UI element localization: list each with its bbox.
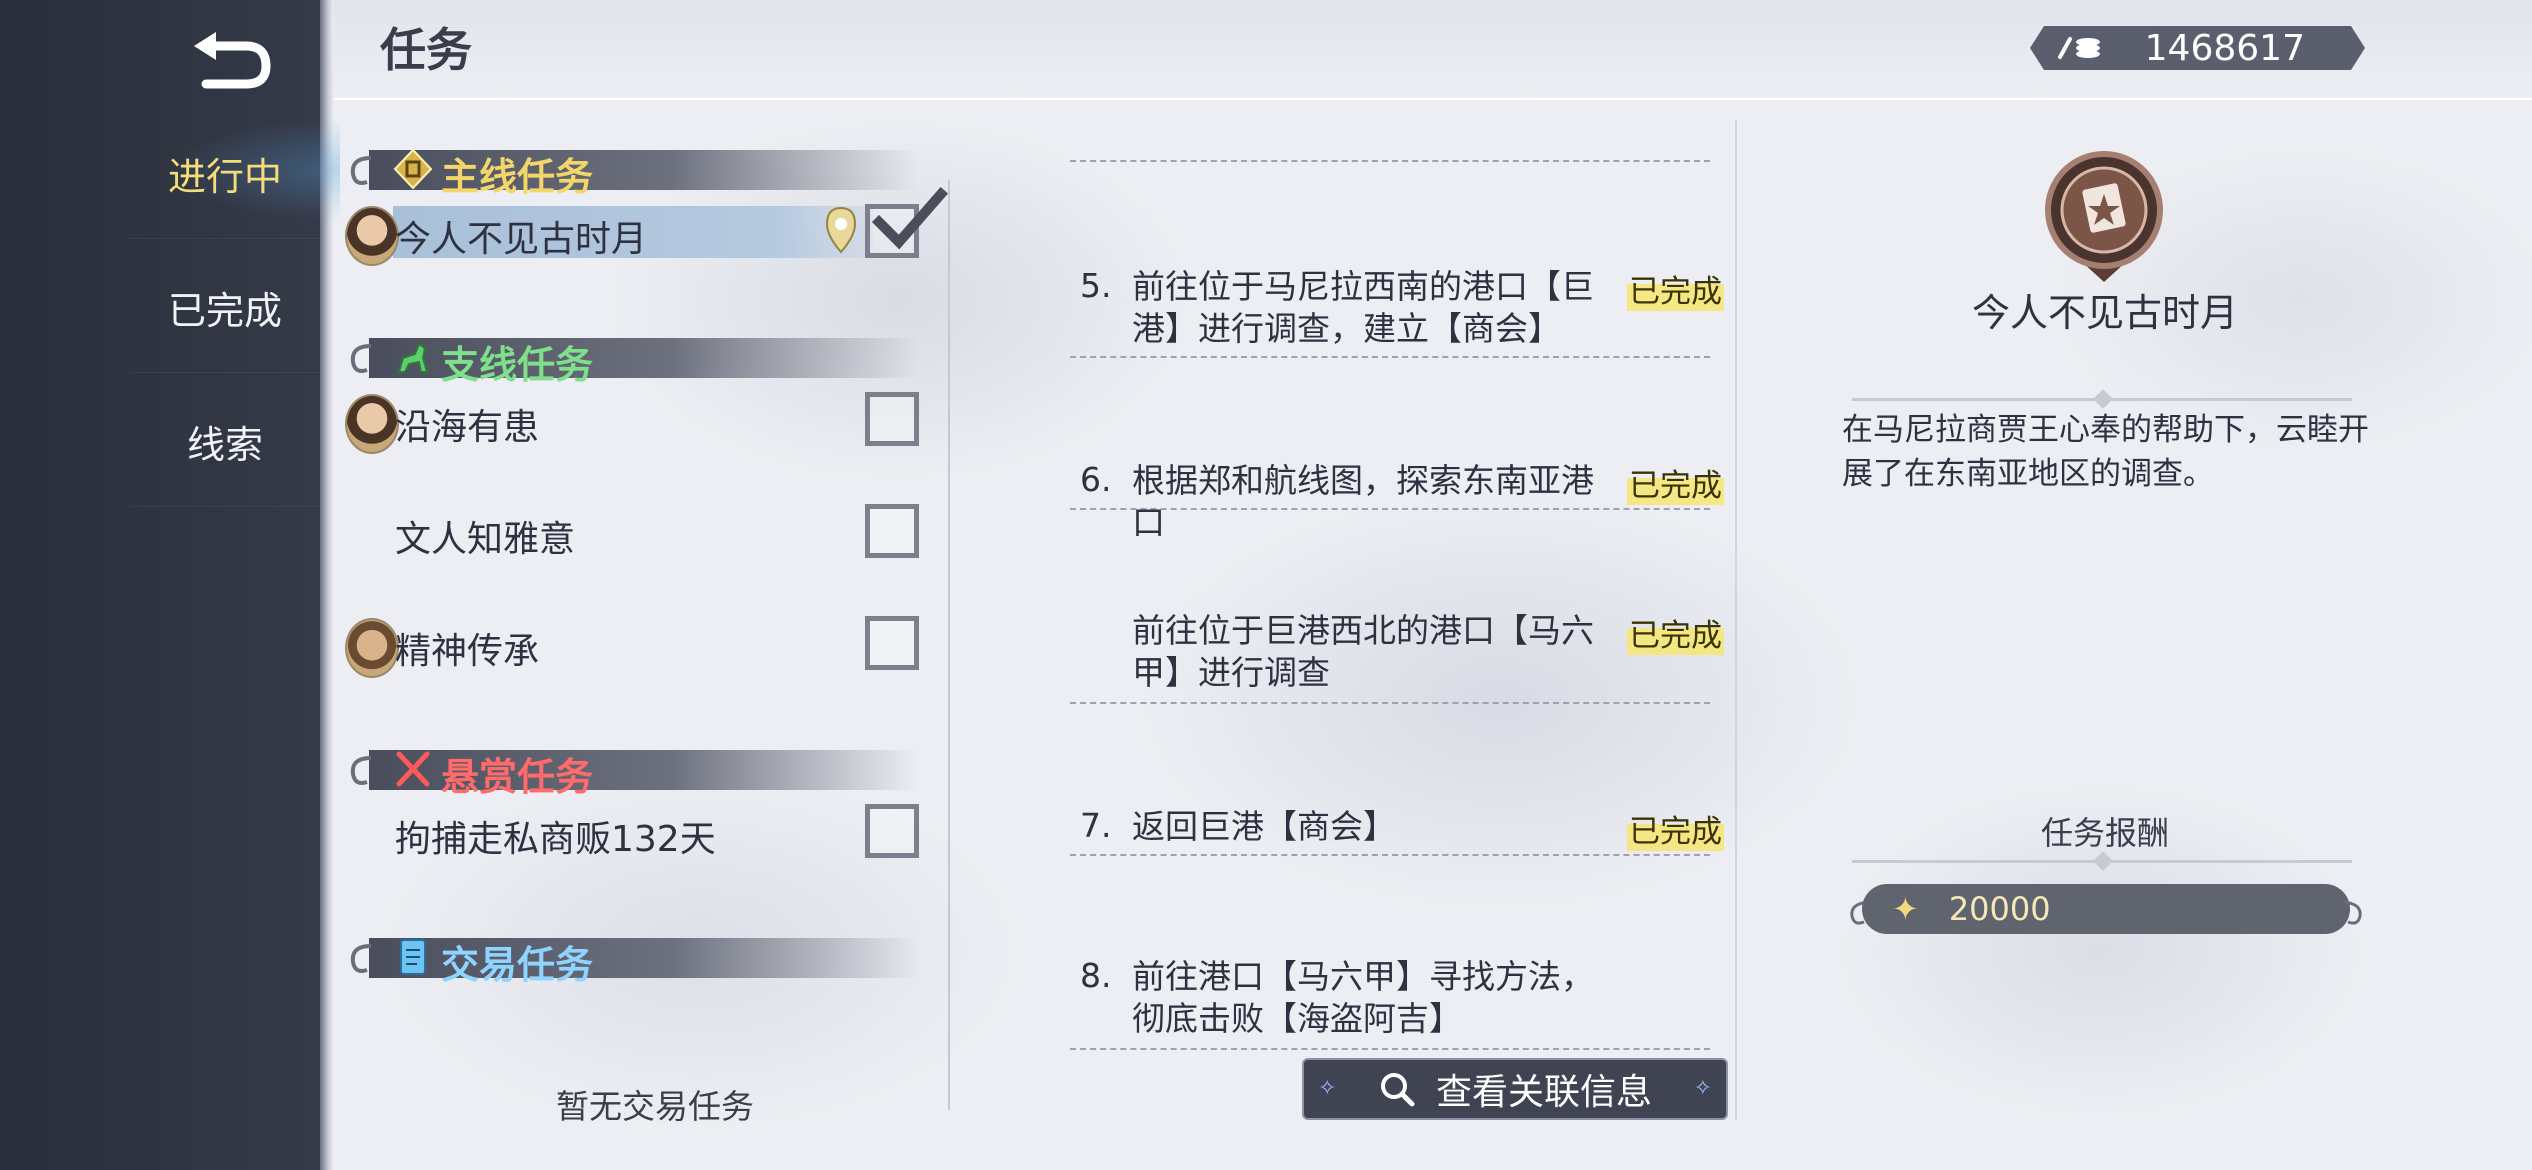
- location-pin-icon: [825, 206, 857, 254]
- step-number: 7.: [1080, 806, 1112, 845]
- step-item: 5. 前往位于马尼拉西南的港口【巨港】进行调查，建立【商会】 已完成: [1070, 266, 1724, 358]
- exp-star-icon: ✦: [1892, 890, 1919, 928]
- avatar: [345, 618, 399, 678]
- trade-scroll-icon: [400, 939, 426, 975]
- step-number: 5.: [1080, 266, 1112, 305]
- quest-row-side-1[interactable]: 沿海有患: [345, 388, 935, 458]
- main-quest-icon: [393, 148, 433, 190]
- page-title: 任务: [380, 23, 472, 77]
- detail-quest-description: 在马尼拉商贾王心奉的帮助下，云睦开展了在东南亚地区的调查。: [1842, 412, 2369, 492]
- category-label: 交易任务: [441, 943, 594, 987]
- coin-stack-icon: [2056, 33, 2106, 63]
- back-arrow-icon: [194, 32, 271, 89]
- quest-row-side-3[interactable]: 精神传承: [345, 612, 935, 682]
- step-status: 已完成: [1627, 460, 1724, 505]
- quest-row-side-2[interactable]: 文人知雅意: [345, 500, 935, 570]
- ornament-diamond: [2093, 389, 2113, 409]
- category-label: 悬赏任务: [441, 755, 594, 799]
- sparkle-icon: ✧: [1318, 1076, 1337, 1101]
- quest-name: 文人知雅意: [395, 519, 576, 560]
- currency-value: 1468617: [2144, 27, 2305, 69]
- quest-steps-list[interactable]: 5. 前往位于马尼拉西南的港口【巨港】进行调查，建立【商会】 已完成 6. 根据…: [1070, 120, 1730, 1050]
- step-item: 8. 前往港口【马六甲】寻找方法，彻底击败【海盗阿吉】: [1070, 956, 1710, 1050]
- step-item-partial: [1070, 120, 1710, 162]
- track-checkbox[interactable]: [865, 504, 919, 558]
- nav-clues[interactable]: 线索: [130, 376, 320, 507]
- horse-rider-icon: [397, 342, 429, 373]
- nav-completed-label: 已完成: [167, 288, 282, 333]
- view-related-info-button[interactable]: ✧ 查看关联信息 ✧: [1302, 1058, 1728, 1120]
- scroll-curl-icon: [350, 944, 372, 973]
- search-icon: [1380, 1073, 1415, 1107]
- category-label: 支线任务: [441, 343, 594, 387]
- step-description: 前往位于马尼拉西南的港口【巨港】进行调查，建立【商会】: [1132, 267, 1594, 348]
- category-bounty-quests: 悬赏任务: [345, 742, 925, 799]
- quest-name: 拘捕走私商贩132天: [395, 819, 716, 860]
- step-description: 根据郑和航线图，探索东南亚港口: [1132, 461, 1594, 542]
- quest-name: 精神传承: [395, 631, 540, 672]
- nav-clues-label: 线索: [186, 422, 263, 467]
- avatar: [345, 394, 399, 454]
- step-description: 返回巨港【商会】: [1132, 807, 1396, 846]
- track-checkbox[interactable]: [865, 392, 919, 446]
- column-divider: [948, 180, 950, 1110]
- quest-name: 今人不见古时月: [395, 219, 648, 260]
- category-side-quests: 支线任务: [345, 330, 925, 387]
- track-checkbox[interactable]: [865, 804, 919, 858]
- reward-value: 20000: [1948, 890, 2051, 928]
- scroll-curl-icon: [350, 756, 372, 785]
- reward-heading: 任务报酬: [2040, 814, 2169, 852]
- step-number: 6.: [1080, 460, 1112, 499]
- scroll-curl-icon: [2343, 900, 2362, 925]
- track-checkbox[interactable]: [865, 616, 919, 670]
- category-trade-quests: 交易任务: [345, 930, 925, 987]
- button-label: 查看关联信息: [1435, 1072, 1652, 1113]
- step-item: 前往位于巨港西北的港口【马六甲】进行调查 已完成: [1070, 610, 1724, 704]
- step-status: 已完成: [1627, 266, 1724, 311]
- nav-in-progress[interactable]: 进行中: [130, 108, 320, 239]
- back-button[interactable]: [186, 14, 276, 94]
- nav-in-progress-label: 进行中: [167, 154, 282, 199]
- category-label: 主线任务: [441, 155, 594, 199]
- checkmark-icon: [871, 186, 949, 250]
- quest-emblem-icon: [2045, 151, 2163, 282]
- step-status: 已完成: [1627, 806, 1724, 851]
- quest-name: 沿海有患: [395, 407, 540, 448]
- scroll-curl-icon: [350, 156, 372, 185]
- reward-item: ✦ 20000: [1862, 884, 2350, 934]
- avatar: [345, 206, 399, 266]
- nav-completed[interactable]: 已完成: [130, 242, 320, 373]
- quest-row-main-1[interactable]: 今人不见古时月: [345, 186, 949, 270]
- empty-trade-message: 暂无交易任务: [556, 1087, 754, 1126]
- sparkle-icon: ✧: [1693, 1076, 1712, 1101]
- step-description: 前往港口【马六甲】寻找方法，彻底击败【海盗阿吉】: [1132, 957, 1594, 1038]
- step-status: 已完成: [1627, 610, 1724, 655]
- step-description: 前往位于巨港西北的港口【马六甲】进行调查: [1132, 611, 1594, 692]
- step-item: 7. 返回巨港【商会】 已完成: [1070, 806, 1724, 856]
- column-divider: [1735, 120, 1737, 1120]
- quest-row-bounty-1[interactable]: 拘捕走私商贩132天: [345, 800, 935, 870]
- step-item: 6. 根据郑和航线图，探索东南亚港口 已完成: [1070, 460, 1724, 542]
- category-main-quests: 主线任务: [345, 142, 925, 199]
- currency-display: 1468617: [2030, 26, 2365, 70]
- ornament-diamond: [2093, 851, 2113, 871]
- scroll-curl-icon: [350, 344, 372, 373]
- detail-quest-title: 今人不见古时月: [1971, 291, 2238, 335]
- step-number: 8.: [1080, 956, 1112, 995]
- crossed-swords-icon: [396, 751, 430, 787]
